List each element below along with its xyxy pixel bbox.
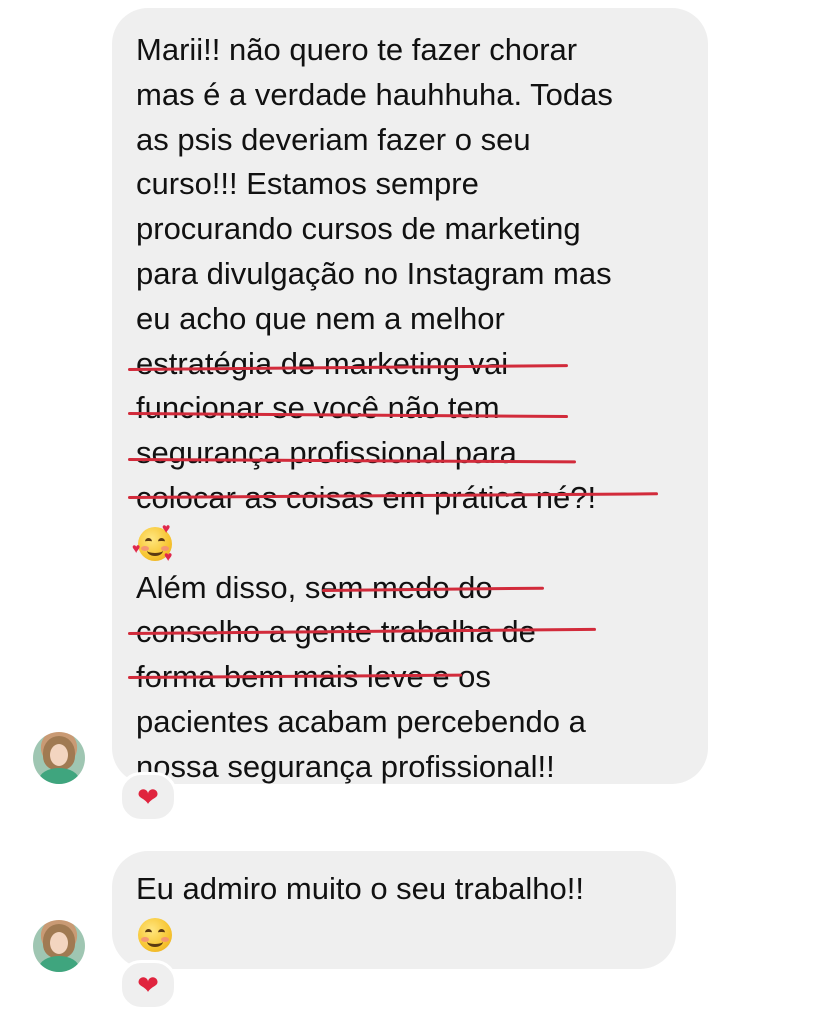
avatar[interactable] [33, 732, 85, 784]
emoji-line: ♥ ♥ ♥ [132, 519, 613, 566]
message-line: funcionar se você não tem [136, 390, 500, 426]
red-heart-icon[interactable]: ❤ [119, 960, 177, 1010]
message-line: eu acho que nem a melhor [136, 300, 505, 336]
message-line: nossa segurança profissional!! [136, 748, 555, 784]
avatar[interactable] [33, 920, 85, 972]
message-line: pacientes acabam percebendo a [136, 703, 586, 739]
message-line: as psis deveriam fazer o seu [136, 121, 531, 157]
message-line: para divulgação no Instagram mas [136, 255, 612, 291]
emoji-line [136, 912, 584, 957]
message-line: Marii!! não quero te fazer chorar [136, 32, 578, 67]
red-heart-icon[interactable]: ❤ [119, 772, 177, 822]
smiling-face-icon [138, 917, 172, 952]
message-line: Eu admiro muito o seu trabalho!! [136, 871, 585, 906]
smiling-face-with-hearts-icon: ♥ ♥ ♥ [132, 519, 173, 564]
message-line: procurando cursos de marketing [136, 211, 581, 247]
message-text-2: Eu admiro muito o seu trabalho!! [136, 867, 584, 957]
message-line: segurança profissional para [136, 435, 517, 471]
message-line: mas é a verdade hauhhuha. Todas [136, 76, 613, 112]
message-bubble-1[interactable]: Marii!! não quero te fazer chorar mas é … [112, 8, 708, 784]
message-line: curso!!! Estamos sempre [136, 166, 479, 202]
message-bubble-2[interactable]: Eu admiro muito o seu trabalho!! [112, 851, 676, 969]
